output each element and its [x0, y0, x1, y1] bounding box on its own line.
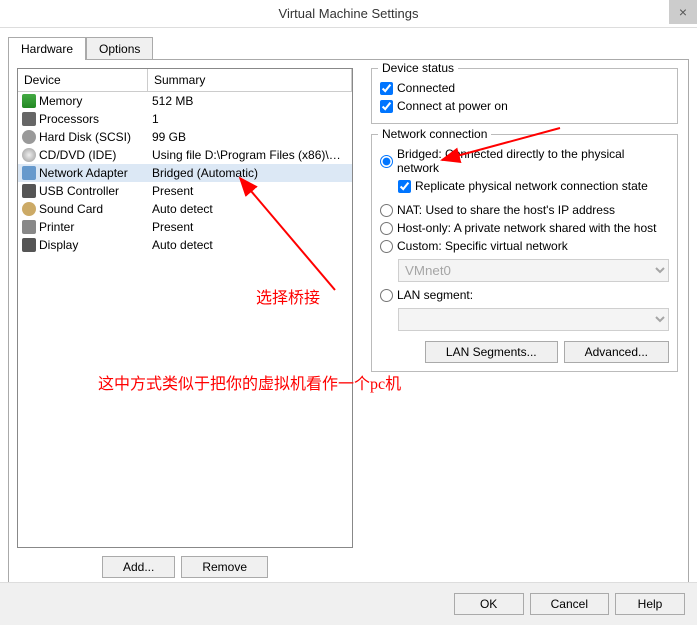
mem-icon	[22, 94, 36, 108]
connected-label: Connected	[397, 81, 455, 95]
poweron-label: Connect at power on	[397, 99, 508, 113]
custom-radio-row[interactable]: Custom: Specific virtual network	[380, 237, 669, 255]
lanseg-radio-row[interactable]: LAN segment:	[380, 286, 669, 304]
custom-label: Custom: Specific virtual network	[397, 239, 568, 253]
nat-radio[interactable]	[380, 204, 393, 217]
network-connection-group: Network connection Bridged: Connected di…	[371, 134, 678, 372]
lanseg-radio[interactable]	[380, 289, 393, 302]
network-buttons: LAN Segments... Advanced...	[380, 341, 669, 363]
cancel-button[interactable]: Cancel	[530, 593, 609, 615]
poweron-checkbox[interactable]	[380, 100, 393, 113]
bridged-label: Bridged: Connected directly to the physi…	[397, 147, 669, 175]
bridged-radio[interactable]	[380, 155, 393, 168]
nat-radio-row[interactable]: NAT: Used to share the host's IP address	[380, 201, 669, 219]
device-name: Sound Card	[39, 202, 103, 216]
hdd-icon	[22, 130, 36, 144]
usb-icon	[22, 184, 36, 198]
device-summary: Bridged (Automatic)	[148, 165, 352, 181]
table-row[interactable]: Hard Disk (SCSI) 99 GB	[18, 128, 352, 146]
device-name: Processors	[39, 112, 99, 126]
device-summary: 99 GB	[148, 129, 352, 145]
table-row[interactable]: CD/DVD (IDE) Using file D:\Program Files …	[18, 146, 352, 164]
tab-bar: Hardware Options	[0, 28, 697, 59]
device-status-group: Device status Connected Connect at power…	[371, 68, 678, 124]
col-device[interactable]: Device	[18, 69, 148, 92]
dsp-icon	[22, 238, 36, 252]
nat-label: NAT: Used to share the host's IP address	[397, 203, 615, 217]
prn-icon	[22, 220, 36, 234]
device-summary: Auto detect	[148, 201, 352, 217]
bridged-radio-row[interactable]: Bridged: Connected directly to the physi…	[380, 145, 669, 177]
device-name: Network Adapter	[39, 166, 128, 180]
device-name: USB Controller	[39, 184, 119, 198]
device-buttons: Add... Remove	[17, 548, 353, 578]
close-icon: ×	[679, 4, 687, 20]
main-panel: Device Summary Memory512 MBProcessors1Ha…	[8, 59, 689, 587]
help-button[interactable]: Help	[615, 593, 685, 615]
lanseg-select[interactable]	[398, 308, 669, 331]
footer: OK Cancel Help	[0, 582, 697, 625]
snd-icon	[22, 202, 36, 216]
custom-vmnet-select[interactable]: VMnet0	[398, 259, 669, 282]
device-name: Printer	[39, 220, 74, 234]
device-summary: Using file D:\Program Files (x86)\Virtua…	[148, 147, 352, 163]
table-row[interactable]: Network Adapter Bridged (Automatic)	[18, 164, 352, 182]
tab-options[interactable]: Options	[86, 37, 153, 60]
add-button[interactable]: Add...	[102, 556, 175, 578]
device-table: Device Summary Memory512 MBProcessors1Ha…	[17, 68, 353, 548]
device-summary: 1	[148, 111, 352, 127]
device-summary: Present	[148, 219, 352, 235]
device-name: Memory	[39, 94, 82, 108]
device-status-title: Device status	[378, 61, 458, 75]
network-connection-title: Network connection	[378, 127, 491, 141]
table-row[interactable]: Printer Present	[18, 218, 352, 236]
device-summary: Present	[148, 183, 352, 199]
replicate-checkbox[interactable]	[398, 180, 411, 193]
custom-radio[interactable]	[380, 240, 393, 253]
device-summary: 512 MB	[148, 93, 352, 109]
device-name: Display	[39, 238, 78, 252]
device-table-body: Memory 512 MB Processors 1 Hard Disk (SCSI) 9…	[18, 92, 352, 254]
net-icon	[22, 166, 36, 180]
lanseg-label: LAN segment:	[397, 288, 473, 302]
ok-button[interactable]: OK	[454, 593, 524, 615]
poweron-checkbox-row[interactable]: Connect at power on	[380, 97, 669, 115]
close-button[interactable]: ×	[669, 0, 697, 24]
connected-checkbox[interactable]	[380, 82, 393, 95]
hostonly-radio-row[interactable]: Host-only: A private network shared with…	[380, 219, 669, 237]
tab-hardware[interactable]: Hardware	[8, 37, 86, 60]
titlebar: Virtual Machine Settings ×	[0, 0, 697, 28]
table-row[interactable]: Sound Card Auto detect	[18, 200, 352, 218]
settings-column: Device status Connected Connect at power…	[361, 60, 688, 586]
lan-segments-button[interactable]: LAN Segments...	[425, 341, 558, 363]
advanced-button[interactable]: Advanced...	[564, 341, 669, 363]
table-row[interactable]: Memory 512 MB	[18, 92, 352, 110]
replicate-label: Replicate physical network connection st…	[415, 179, 648, 193]
device-summary: Auto detect	[148, 237, 352, 253]
table-row[interactable]: Display Auto detect	[18, 236, 352, 254]
col-summary[interactable]: Summary	[148, 69, 352, 92]
replicate-checkbox-row[interactable]: Replicate physical network connection st…	[398, 177, 669, 195]
table-row[interactable]: USB Controller Present	[18, 182, 352, 200]
connected-checkbox-row[interactable]: Connected	[380, 79, 669, 97]
hostonly-label: Host-only: A private network shared with…	[397, 221, 656, 235]
cd-icon	[22, 148, 36, 162]
table-row[interactable]: Processors 1	[18, 110, 352, 128]
device-list-column: Device Summary Memory512 MBProcessors1Ha…	[9, 60, 361, 586]
cpu-icon	[22, 112, 36, 126]
device-table-header: Device Summary	[18, 69, 352, 92]
window-title: Virtual Machine Settings	[279, 6, 419, 21]
hostonly-radio[interactable]	[380, 222, 393, 235]
device-name: Hard Disk (SCSI)	[39, 130, 131, 144]
device-name: CD/DVD (IDE)	[39, 148, 116, 162]
remove-button[interactable]: Remove	[181, 556, 268, 578]
